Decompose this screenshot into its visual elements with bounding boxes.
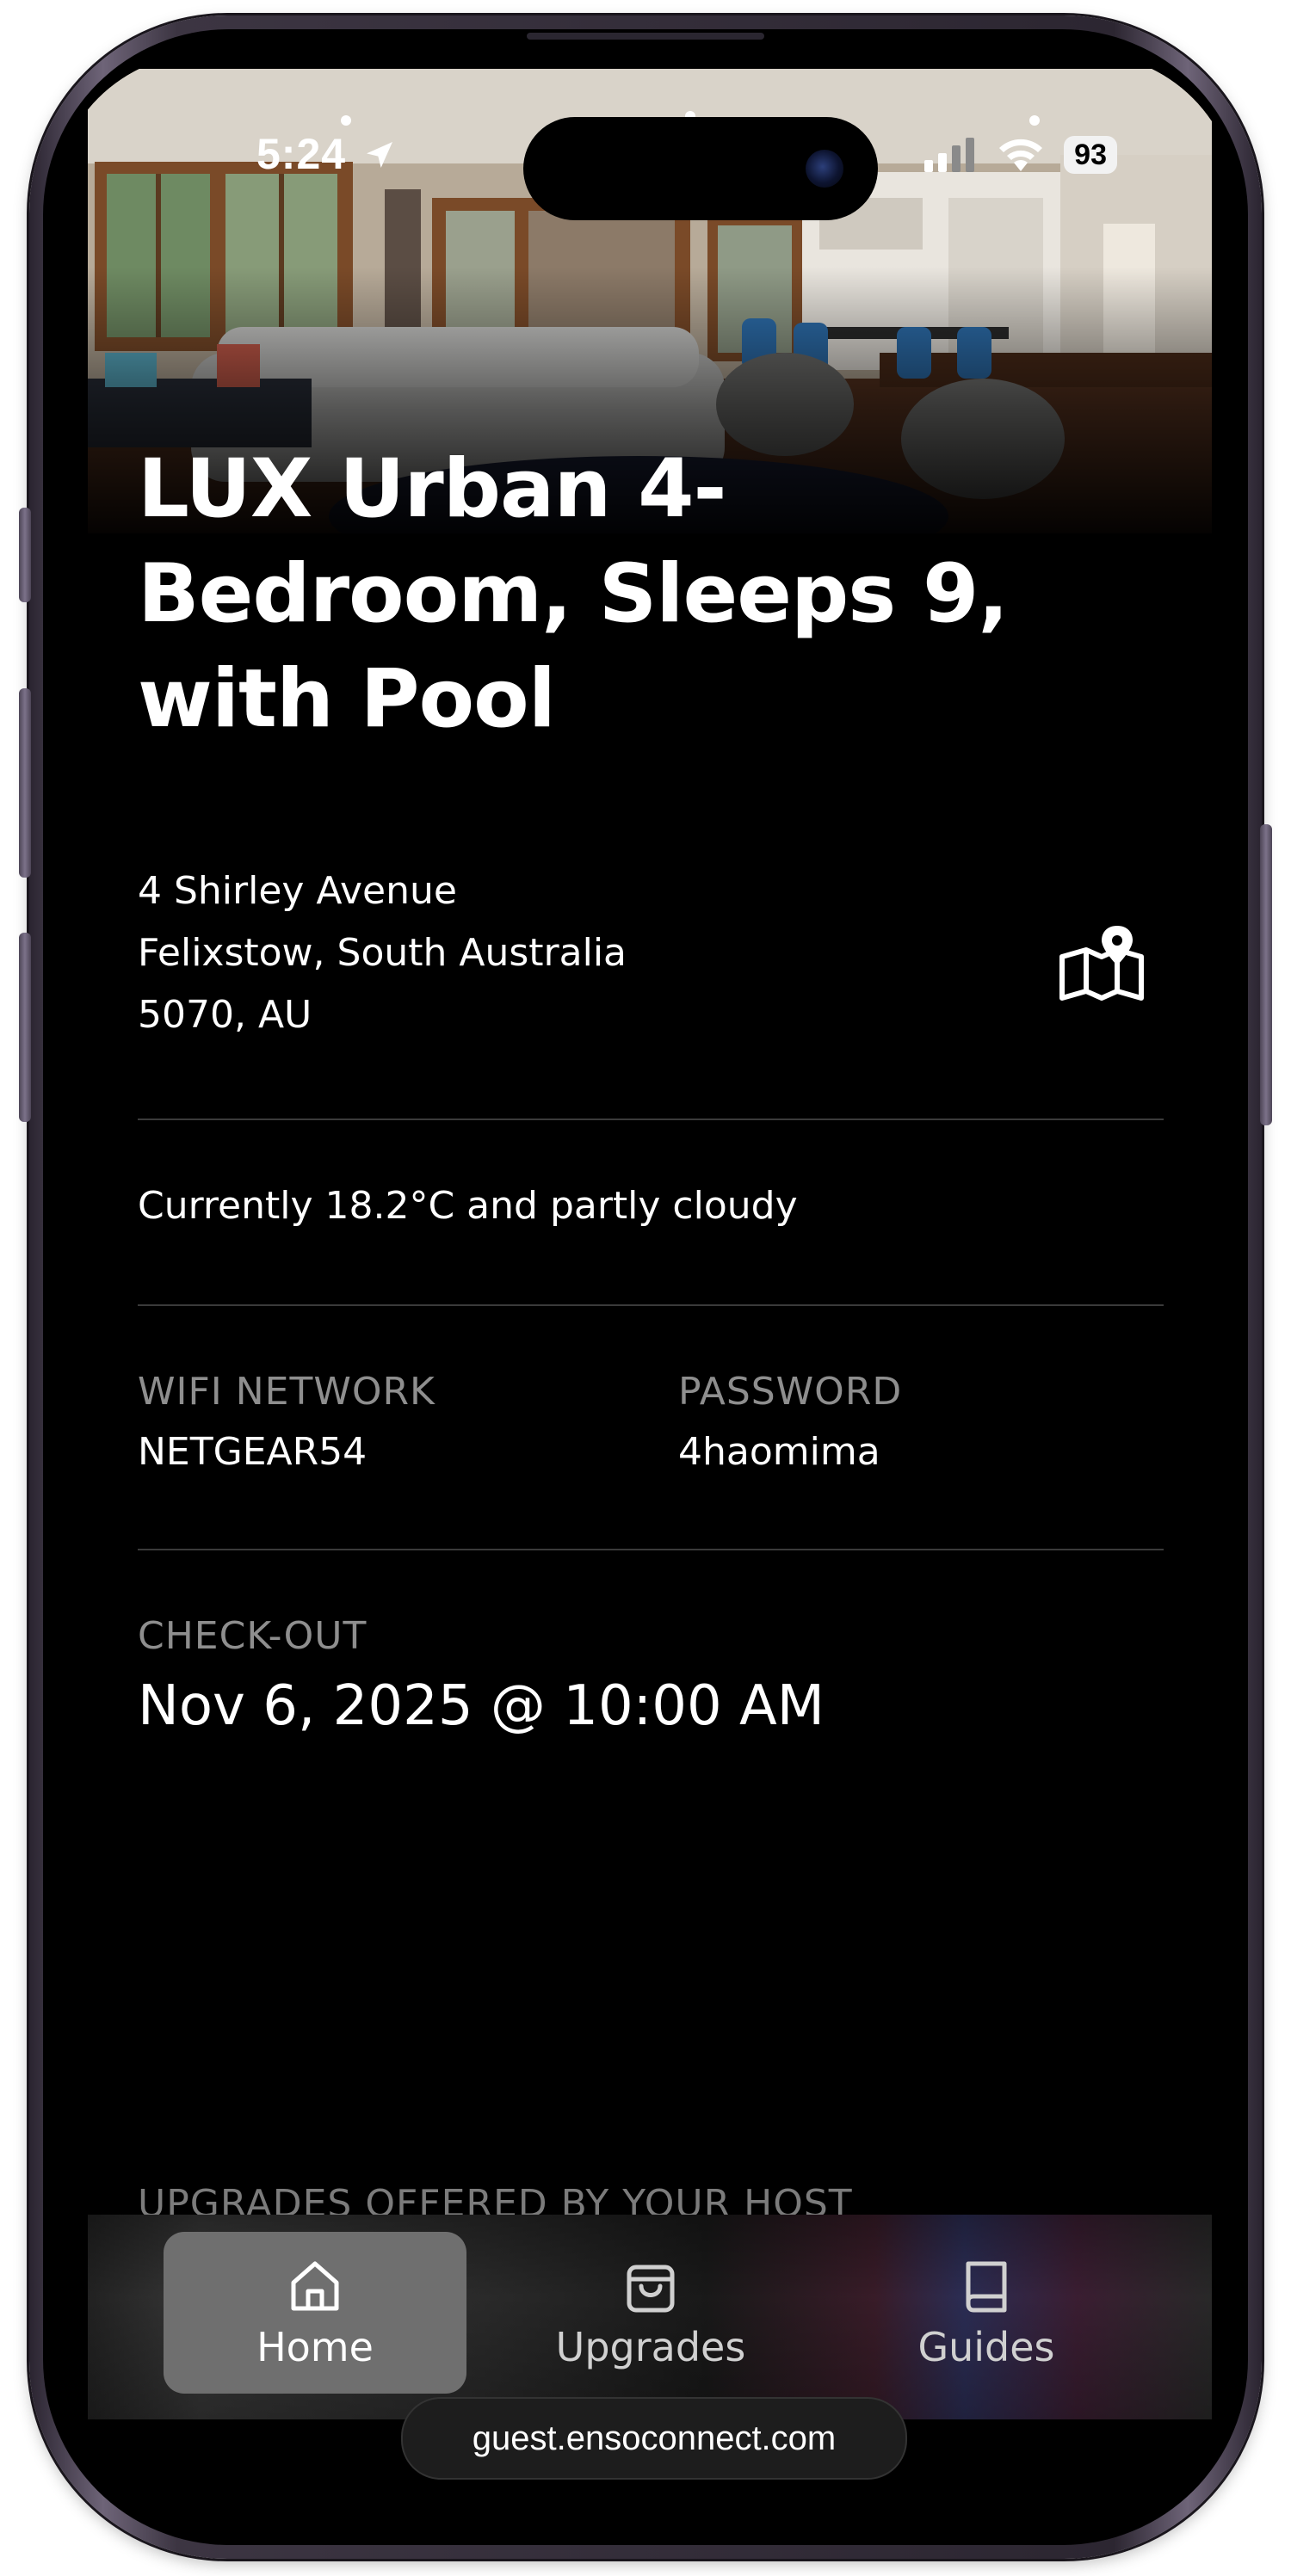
earpiece-speaker [527,33,764,40]
status-time-text: 5:24 [256,130,347,178]
tab-guides[interactable]: Guides [835,2232,1138,2394]
front-camera [806,150,843,188]
power-button [1260,824,1272,1125]
bottom-tab-bar: Home Upgrades Guides [88,2215,1212,2419]
tab-upgrades[interactable]: Upgrades [499,2232,802,2394]
home-icon [291,2261,339,2311]
tab-home[interactable]: Home [164,2232,466,2394]
property-address: 4 Shirley Avenue Felixstow, South Austra… [138,860,627,1046]
checkout-value: Nov 6, 2025 @ 10:00 AM [138,1674,825,1738]
address-line-3: 5070, AU [138,993,312,1037]
volume-up-button [19,688,31,878]
checkout-label: CHECK-OUT [138,1614,368,1658]
status-indicators: 93 [923,129,1117,181]
browser-url-text: guest.ensoconnect.com [472,2419,837,2457]
battery-icon: 93 [1064,136,1117,174]
dynamic-island [523,117,878,220]
wifi-password-label: PASSWORD [678,1370,903,1414]
divider [138,1549,1164,1550]
shopping-bag-icon [627,2265,675,2313]
wifi-network-value[interactable]: NETGEAR54 [138,1430,367,1474]
map-pin-icon[interactable] [1057,924,1146,1003]
status-time: 5:24 [256,129,397,179]
tab-upgrades-label: Upgrades [555,2324,746,2370]
divider [138,1304,1164,1306]
wifi-password-value[interactable]: 4haomima [678,1430,880,1474]
volume-down-button [19,933,31,1122]
browser-url-bar[interactable]: guest.ensoconnect.com [401,2397,907,2480]
tab-home-label: Home [256,2324,374,2370]
phone-screen: 5:24 93 LUX Urban 4-Bedroom, Sleeps 9, w… [53,53,1238,2523]
cellular-signal-icon [924,138,975,172]
action-button [19,508,31,602]
address-line-2: Felixstow, South Australia [138,931,627,975]
location-arrow-icon [366,142,392,168]
wifi-icon [999,139,1043,171]
property-title: LUX Urban 4-Bedroom, Sleeps 9, with Pool [138,442,1009,746]
divider [138,1119,1164,1120]
wifi-network-label: WIFI NETWORK [138,1370,435,1414]
app-content: 5:24 93 LUX Urban 4-Bedroom, Sleeps 9, w… [88,69,1212,2419]
address-line-1: 4 Shirley Avenue [138,869,457,913]
book-icon [966,2261,1007,2313]
tab-guides-label: Guides [917,2324,1055,2370]
weather-text: Currently 18.2°C and partly cloudy [138,1184,798,1228]
